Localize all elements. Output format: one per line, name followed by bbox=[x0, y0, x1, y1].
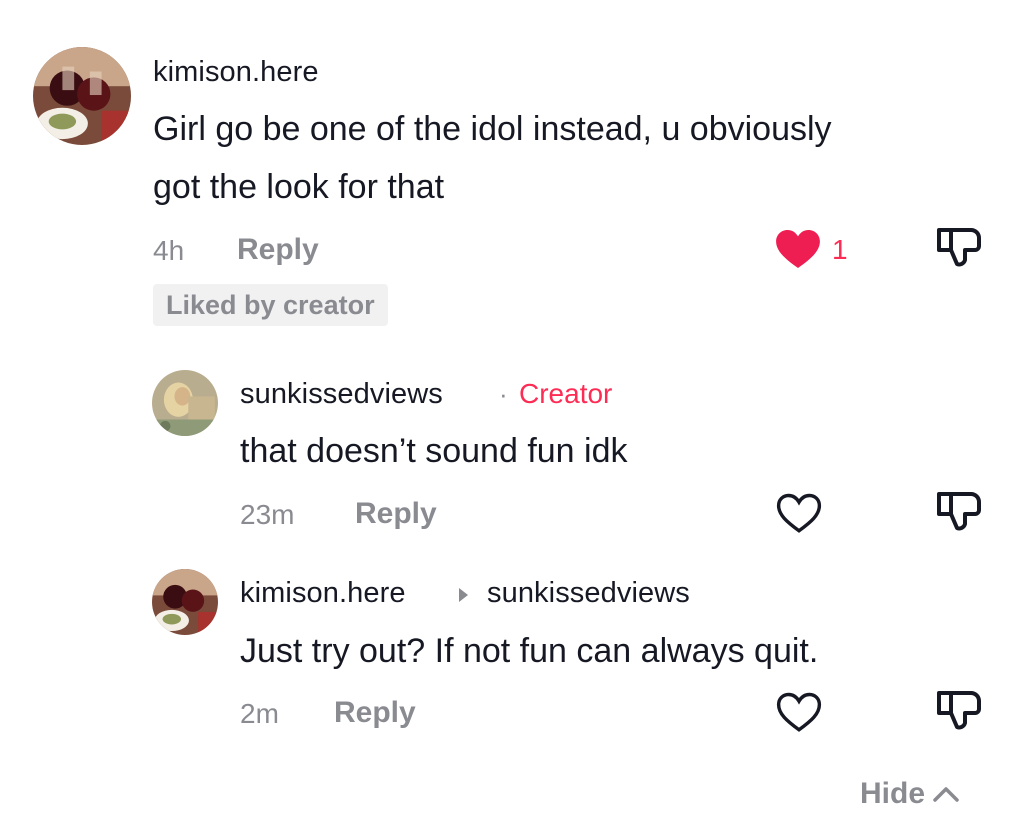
reply-button[interactable]: Reply bbox=[334, 696, 416, 730]
reply-text: Just try out? If not fun can always quit… bbox=[240, 632, 819, 670]
heart-outline-icon bbox=[776, 493, 822, 533]
reply-timestamp: 2m bbox=[240, 698, 279, 729]
avatar[interactable] bbox=[33, 47, 131, 145]
comment-text: Girl go be one of the idol instead, u ob… bbox=[153, 110, 832, 206]
creator-tag: Creator bbox=[519, 378, 613, 409]
reply-to-username[interactable]: sunkissedviews bbox=[487, 577, 690, 610]
avatar[interactable] bbox=[152, 569, 218, 635]
thumbs-down-icon bbox=[937, 691, 981, 730]
like-count: 1 bbox=[832, 234, 848, 265]
hide-label: Hide bbox=[860, 777, 926, 810]
reply-username[interactable]: kimison.here bbox=[240, 577, 406, 610]
reply-timestamp: 23m bbox=[240, 499, 295, 530]
comment-timestamp: 4h bbox=[153, 235, 185, 266]
comment-username[interactable]: kimison.here bbox=[153, 56, 319, 89]
reply-text: that doesn’t sound fun idk bbox=[240, 432, 628, 470]
reply-username[interactable]: sunkissedviews bbox=[240, 378, 443, 411]
reply-button[interactable]: Reply bbox=[237, 233, 319, 267]
heart-outline-icon bbox=[776, 692, 822, 732]
thumbs-down-icon bbox=[937, 492, 981, 531]
thumbs-down-icon bbox=[937, 228, 981, 267]
liked-by-creator-badge: Liked by creator bbox=[153, 284, 388, 326]
dislike-button[interactable] bbox=[935, 689, 983, 733]
like-button[interactable] bbox=[776, 692, 822, 732]
reply-arrow-icon bbox=[459, 588, 468, 602]
dislike-button[interactable] bbox=[935, 490, 983, 534]
heart-icon bbox=[776, 229, 820, 269]
hide-replies-button[interactable]: Hide bbox=[860, 777, 961, 811]
avatar[interactable] bbox=[152, 370, 218, 436]
reply-button[interactable]: Reply bbox=[355, 497, 437, 531]
separator-dot: · bbox=[499, 379, 508, 409]
like-button[interactable] bbox=[776, 493, 822, 533]
chevron-up-icon bbox=[933, 787, 959, 802]
dislike-button[interactable] bbox=[935, 226, 983, 270]
like-button[interactable] bbox=[775, 229, 821, 269]
